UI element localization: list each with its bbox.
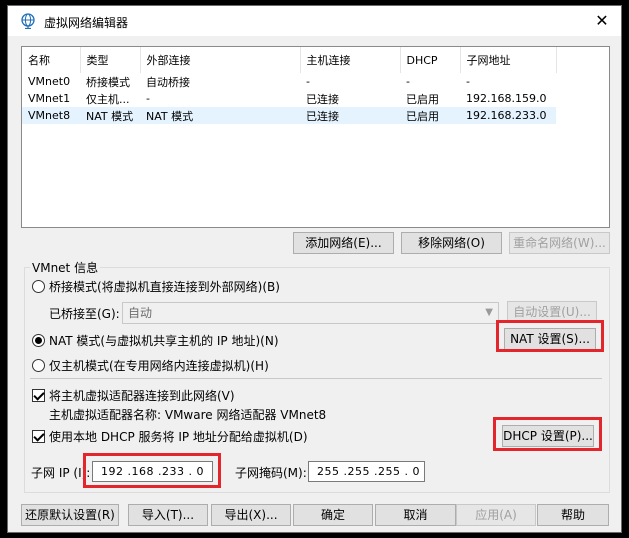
bridged-to-label: 已桥接至(G): [49, 307, 120, 321]
network-globe-icon [21, 13, 35, 29]
subnet-mask-label: 子网掩码(M): [235, 466, 307, 480]
cell-type: NAT 模式 [80, 107, 140, 124]
apply-button[interactable]: 应用(A) [456, 504, 536, 526]
cell-subnet: 192.168.233.0 [460, 107, 556, 124]
dhcp-label: 使用本地 DHCP 服务将 IP 地址分配给虚拟机(D) [49, 430, 308, 444]
cell-external: 自动桥接 [146, 75, 190, 89]
ok-button[interactable]: 确定 [293, 504, 373, 526]
export-button[interactable]: 导出(X)... [211, 504, 291, 526]
title-bar: 虚拟网络编辑器 ✕ [8, 6, 621, 36]
cell-host: 已连接 [300, 107, 400, 124]
cancel-button[interactable]: 取消 [375, 504, 456, 526]
cell-external: - [146, 92, 150, 105]
remove-network-button[interactable]: 移除网络(O) [401, 232, 502, 254]
column-header-subnet[interactable]: 子网地址 [460, 47, 557, 73]
column-header-type[interactable]: 类型 [80, 47, 141, 73]
connect-adapter-label: 将主机虚拟适配器连接到此网络(V) [49, 389, 235, 403]
checkbox-indicator-checked [32, 430, 45, 443]
subnet-mask-input[interactable]: 255 .255 .255 . 0 [308, 461, 425, 482]
chevron-down-icon: ▼ [485, 307, 493, 318]
column-header-external[interactable]: 外部连接 [140, 47, 301, 73]
bridged-to-value: 自动 [128, 306, 153, 320]
table-row[interactable]: VMnet0 桥接模式 自动桥接 - - - [22, 73, 609, 90]
cell-type: 仅主机... [86, 92, 130, 106]
table-row[interactable]: VMnet1 仅主机... - 已连接 已启用 192.168.159.0 [22, 90, 609, 107]
highlight-box [496, 320, 604, 352]
cell-filler [556, 90, 609, 107]
cell-dhcp: - [406, 75, 410, 88]
highlight-box [83, 453, 221, 488]
help-button[interactable]: 帮助 [537, 504, 609, 526]
bridged-mode-radio[interactable]: 桥接模式(将虚拟机直接连接到外部网络)(B) [32, 278, 280, 295]
host-only-mode-label: 仅主机模式(在专用网络内连接虚拟机)(H) [49, 359, 269, 373]
virtual-network-editor-window: 虚拟网络编辑器 ✕ 名称 类型 外部连接 主机连接 DHCP 子网地址 VMne… [7, 5, 622, 533]
list-header: 名称 类型 外部连接 主机连接 DHCP 子网地址 [22, 47, 609, 73]
host-only-mode-radio[interactable]: 仅主机模式(在专用网络内连接虚拟机)(H) [32, 357, 269, 374]
bridged-mode-label: 桥接模式(将虚拟机直接连接到外部网络)(B) [49, 280, 280, 294]
cell-type: 桥接模式 [86, 75, 130, 89]
radio-indicator [32, 359, 45, 372]
cell-external: NAT 模式 [140, 107, 300, 124]
cell-name: VMnet8 [22, 107, 80, 124]
nat-mode-radio[interactable]: NAT 模式(与虚拟机共享主机的 IP 地址)(N) [32, 332, 279, 349]
cell-name: VMnet0 [28, 75, 71, 88]
column-header-filler [556, 47, 609, 73]
import-button[interactable]: 导入(T)... [128, 504, 208, 526]
network-list[interactable]: 名称 类型 外部连接 主机连接 DHCP 子网地址 VMnet0 桥接模式 自动… [21, 46, 610, 228]
connect-adapter-checkbox[interactable]: 将主机虚拟适配器连接到此网络(V) [32, 387, 235, 404]
cell-subnet: 192.168.159.0 [466, 92, 547, 105]
nat-mode-label: NAT 模式(与虚拟机共享主机的 IP 地址)(N) [49, 334, 279, 348]
radio-indicator-selected [32, 334, 45, 347]
add-network-button[interactable]: 添加网络(E)... [293, 232, 394, 254]
cell-filler [556, 107, 609, 124]
cell-filler [556, 73, 609, 90]
adapter-name-label: 主机虚拟适配器名称: VMware 网络适配器 VMnet8 [49, 408, 327, 422]
column-header-host[interactable]: 主机连接 [300, 47, 401, 73]
cell-host: - [306, 75, 310, 88]
column-header-dhcp[interactable]: DHCP [400, 47, 461, 73]
table-row-selected[interactable]: VMnet8 NAT 模式 NAT 模式 已连接 已启用 192.168.233… [22, 107, 609, 124]
checkbox-indicator-checked [32, 389, 45, 402]
cell-name: VMnet1 [28, 92, 71, 105]
cell-subnet: - [466, 75, 470, 88]
window-title: 虚拟网络编辑器 [44, 16, 129, 30]
radio-indicator [32, 280, 45, 293]
bridged-to-select[interactable]: 自动 ▼ [122, 302, 499, 324]
vmnet-info-title: VMnet 信息 [30, 259, 101, 276]
restore-defaults-button[interactable]: 还原默认设置(R) [21, 504, 119, 526]
divider [30, 378, 602, 379]
cell-host: 已连接 [306, 92, 339, 106]
column-header-name[interactable]: 名称 [22, 47, 81, 73]
cell-dhcp: 已启用 [406, 92, 439, 106]
close-icon[interactable]: ✕ [591, 10, 613, 32]
highlight-box [493, 417, 602, 451]
rename-network-button[interactable]: 重命名网络(W)... [509, 232, 610, 254]
dhcp-checkbox[interactable]: 使用本地 DHCP 服务将 IP 地址分配给虚拟机(D) [32, 428, 308, 445]
cell-dhcp: 已启用 [400, 107, 460, 124]
subnet-ip-label: 子网 IP (I): [31, 466, 91, 480]
